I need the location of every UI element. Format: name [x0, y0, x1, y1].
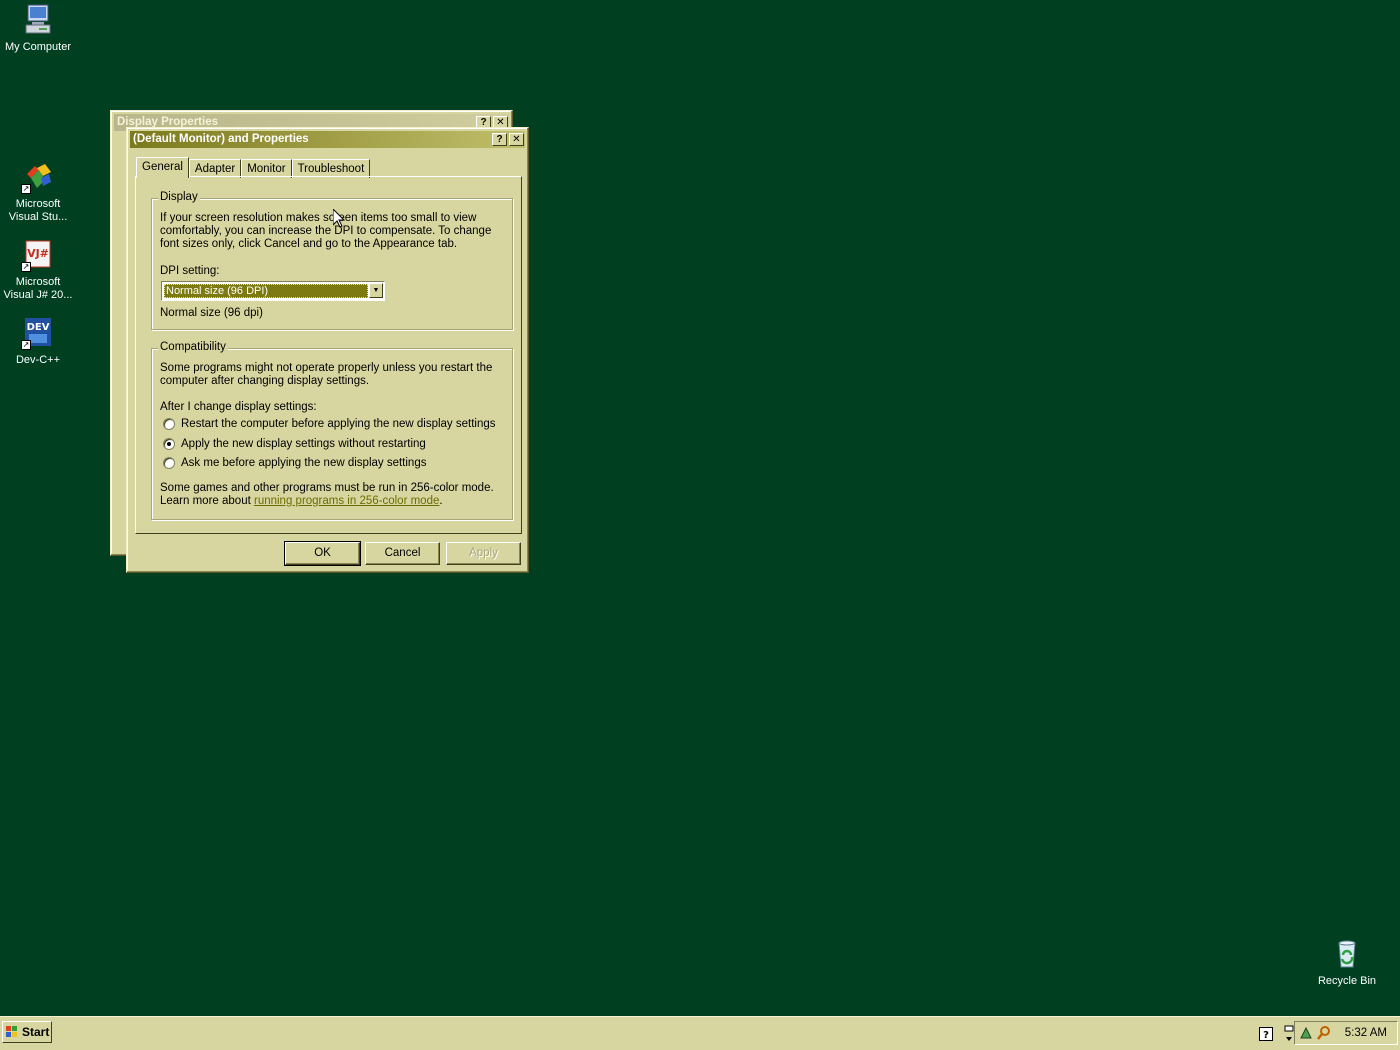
games-note-prefix: Learn more about — [160, 495, 254, 507]
cancel-button[interactable]: Cancel — [365, 542, 440, 565]
desktop-icon-label: My Computer — [4, 41, 72, 53]
compat-description-line: Some programs might not operate properly… — [160, 362, 493, 374]
desktop-icon-recycle-bin[interactable]: Recycle Bin — [1309, 937, 1385, 988]
display-group: Display If your screen resolution makes … — [151, 191, 513, 330]
start-label: Start — [22, 1025, 50, 1039]
mouse-cursor-icon — [333, 209, 345, 228]
shortcut-arrow-icon: ↗ — [21, 340, 31, 350]
radio-button[interactable] — [163, 438, 175, 450]
desktop-icon-label: Recycle Bin — [1317, 975, 1377, 987]
general-tab-panel: Display If your screen resolution makes … — [135, 176, 522, 534]
radio-label: Apply the new display settings without r… — [181, 438, 426, 450]
desktop-icon-visual-jsharp[interactable]: VJ# ↗ Microsoft Visual J# 20... — [0, 238, 76, 302]
devcpp-icon: DEV ↗ — [21, 316, 55, 350]
close-button[interactable]: ✕ — [509, 133, 524, 146]
apply-button[interactable]: Apply — [446, 542, 521, 565]
display-description-line: If your screen resolution makes screen i… — [160, 212, 477, 224]
group-title: Compatibility — [158, 341, 228, 353]
compat-description-line: computer after changing display settings… — [160, 375, 370, 387]
radio-button[interactable] — [163, 418, 175, 430]
desktop-icon-devcpp[interactable]: DEV ↗ Dev-C++ — [0, 316, 76, 367]
help-icon[interactable]: ? — [1259, 1027, 1273, 1041]
display-description-line: font sizes only, click Cancel and go to … — [160, 238, 458, 250]
monitor-properties-titlebar[interactable]: (Default Monitor) and Properties ? ✕ — [130, 131, 525, 148]
radio-apply-without-restarting[interactable]: Apply the new display settings without r… — [163, 437, 426, 451]
windows-logo-icon — [6, 1026, 17, 1037]
search-icon[interactable] — [1317, 1026, 1331, 1040]
security-icon[interactable] — [1299, 1026, 1313, 1040]
games-note-line-2: Learn more about running programs in 256… — [160, 495, 443, 508]
ok-button[interactable]: OK — [284, 541, 361, 566]
display-description-line: comfortably, you can increase the DPI to… — [160, 225, 492, 237]
svg-text:?: ? — [1263, 1030, 1269, 1041]
clock[interactable]: 5:32 AM — [1345, 1027, 1387, 1039]
monitor-properties-dialog[interactable]: (Default Monitor) and Properties ? ✕ Gen… — [126, 127, 529, 573]
tab-strip: General Adapter Monitor Troubleshoot — [136, 157, 371, 178]
desktop-icon-my-computer[interactable]: My Computer — [0, 3, 76, 54]
dpi-setting-value: Normal size (96 DPI) — [164, 284, 368, 298]
computer-icon — [21, 3, 55, 37]
visual-studio-icon: ↗ — [21, 160, 55, 194]
dropdown-arrow-icon[interactable]: ▼ — [369, 283, 383, 298]
radio-label: Ask me before applying the new display s… — [181, 457, 427, 469]
start-button[interactable]: Start — [2, 1021, 52, 1043]
radio-button[interactable] — [163, 457, 175, 469]
dpi-setting-label: DPI setting: — [160, 265, 220, 277]
system-tray: 5:32 AM — [1294, 1021, 1398, 1045]
help-button[interactable]: ? — [492, 133, 507, 146]
recycle-bin-icon — [1330, 937, 1364, 971]
desktop-icon-label: Dev-C++ — [15, 354, 61, 366]
desktop-icon-label: Microsoft Visual J# 20... — [3, 276, 73, 301]
radio-ask-before-applying[interactable]: Ask me before applying the new display s… — [163, 456, 426, 470]
radio-restart-before-applying[interactable]: Restart the computer before applying the… — [163, 417, 496, 431]
after-change-label: After I change display settings: — [160, 401, 317, 413]
dpi-setting-dropdown[interactable]: Normal size (96 DPI) ▼ — [161, 281, 385, 301]
svg-text:VJ#: VJ# — [27, 247, 49, 260]
desktop-icon-visual-studio[interactable]: ↗ Microsoft Visual Stu... — [0, 160, 76, 224]
compatibility-group: Compatibility Some programs might not op… — [151, 341, 513, 520]
dpi-caption: Normal size (96 dpi) — [160, 307, 263, 319]
desktop-icon-label: Microsoft Visual Stu... — [8, 198, 68, 223]
dialog-title: (Default Monitor) and Properties — [133, 133, 309, 145]
games-note-suffix: . — [439, 495, 443, 507]
games-note-line: Some games and other programs must be ru… — [160, 482, 494, 494]
radio-label: Restart the computer before applying the… — [181, 418, 496, 430]
color-mode-help-link[interactable]: running programs in 256-color mode — [254, 495, 439, 507]
shortcut-arrow-icon: ↗ — [21, 262, 31, 272]
svg-text:DEV: DEV — [27, 322, 50, 333]
group-title: Display — [158, 191, 200, 203]
tab-general[interactable]: General — [136, 157, 189, 178]
taskbar: Start ? 5:32 AM — [0, 1016, 1400, 1050]
visual-jsharp-icon: VJ# ↗ — [21, 238, 55, 272]
shortcut-arrow-icon: ↗ — [21, 184, 31, 194]
